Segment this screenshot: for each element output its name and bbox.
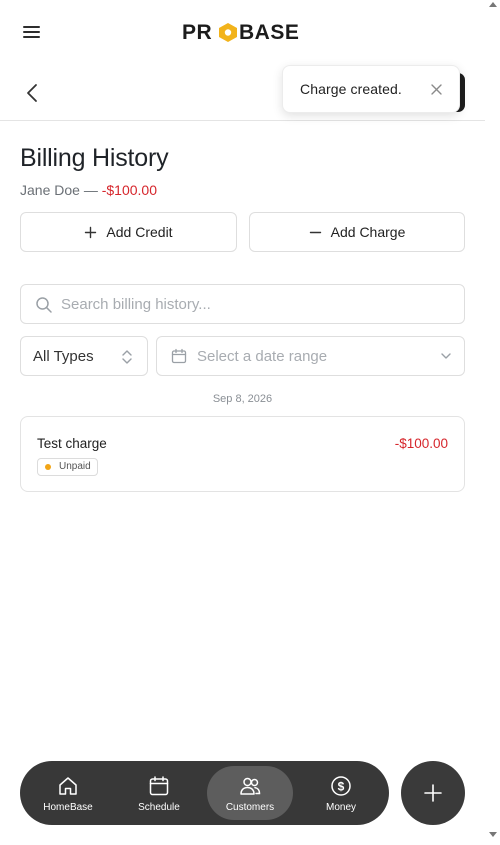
- calendar-icon: [171, 348, 187, 364]
- scroll-down-arrow[interactable]: [489, 832, 497, 837]
- nav-label: Customers: [225, 802, 275, 813]
- type-filter-value: All Types: [33, 348, 94, 365]
- status-dot: [45, 464, 51, 470]
- probase-logo: PR BASE: [182, 21, 299, 44]
- type-filter-select[interactable]: All Types: [20, 336, 148, 376]
- separator: —: [79, 182, 102, 198]
- app-root: PR BASE Charge created. Billing History …: [0, 0, 485, 845]
- add-credit-label: Add Credit: [106, 224, 173, 240]
- calendar-icon: [149, 776, 169, 796]
- scroll-up-arrow[interactable]: [489, 2, 497, 7]
- svg-text:$: $: [338, 780, 345, 794]
- close-icon[interactable]: [429, 82, 444, 97]
- add-credit-button[interactable]: Add Credit: [20, 212, 237, 252]
- toast-message: Charge created.: [300, 81, 402, 97]
- plus-icon: [424, 784, 442, 802]
- status-label: Unpaid: [59, 461, 91, 472]
- toast-notification: Charge created.: [282, 65, 460, 113]
- search-box: [20, 284, 465, 324]
- users-icon: [240, 777, 261, 795]
- customer-balance-line: Jane Doe — -$100.00: [20, 182, 157, 198]
- date-range-placeholder: Select a date range: [197, 348, 328, 365]
- chevron-up-down-icon: [122, 350, 132, 364]
- dollar-circle-icon: $: [331, 776, 351, 796]
- add-charge-button[interactable]: Add Charge: [249, 212, 465, 252]
- nav-label: Schedule: [138, 802, 180, 813]
- plus-icon: [85, 226, 97, 238]
- billing-entry-card[interactable]: Test charge -$100.00 Unpaid: [20, 416, 465, 492]
- add-charge-label: Add Charge: [330, 224, 406, 240]
- minus-icon: [309, 231, 321, 233]
- entry-title: Test charge: [37, 436, 107, 451]
- nav-item-money[interactable]: $ Money: [298, 766, 384, 820]
- page-title: Billing History: [20, 144, 169, 172]
- svg-text:PR: PR: [182, 21, 212, 44]
- nav-label: Money: [325, 802, 356, 813]
- balance-amount: -$100.00: [101, 182, 157, 198]
- nav-item-schedule[interactable]: Schedule: [116, 766, 202, 820]
- bottom-navigation: HomeBase Schedule Customers $ Money: [20, 761, 389, 825]
- status-badge: Unpaid: [37, 458, 98, 476]
- nav-item-homebase[interactable]: HomeBase: [25, 766, 111, 820]
- date-range-picker[interactable]: Select a date range: [156, 336, 465, 376]
- nav-item-customers[interactable]: Customers: [207, 766, 293, 820]
- nav-label: HomeBase: [43, 802, 93, 813]
- search-input[interactable]: [61, 286, 456, 322]
- hamburger-icon[interactable]: [22, 24, 42, 40]
- chevron-left-icon[interactable]: [20, 80, 46, 106]
- scrollbar[interactable]: [485, 0, 500, 845]
- chevron-down-icon: [441, 353, 451, 359]
- group-date-header: Sep 8, 2026: [212, 393, 273, 405]
- add-button[interactable]: [401, 761, 465, 825]
- home-icon: [59, 777, 77, 795]
- search-icon: [36, 297, 52, 313]
- top-bar: PR BASE: [0, 0, 485, 64]
- customer-name: Jane Doe: [20, 182, 80, 198]
- svg-text:BASE: BASE: [239, 21, 299, 44]
- entry-amount: -$100.00: [394, 436, 448, 451]
